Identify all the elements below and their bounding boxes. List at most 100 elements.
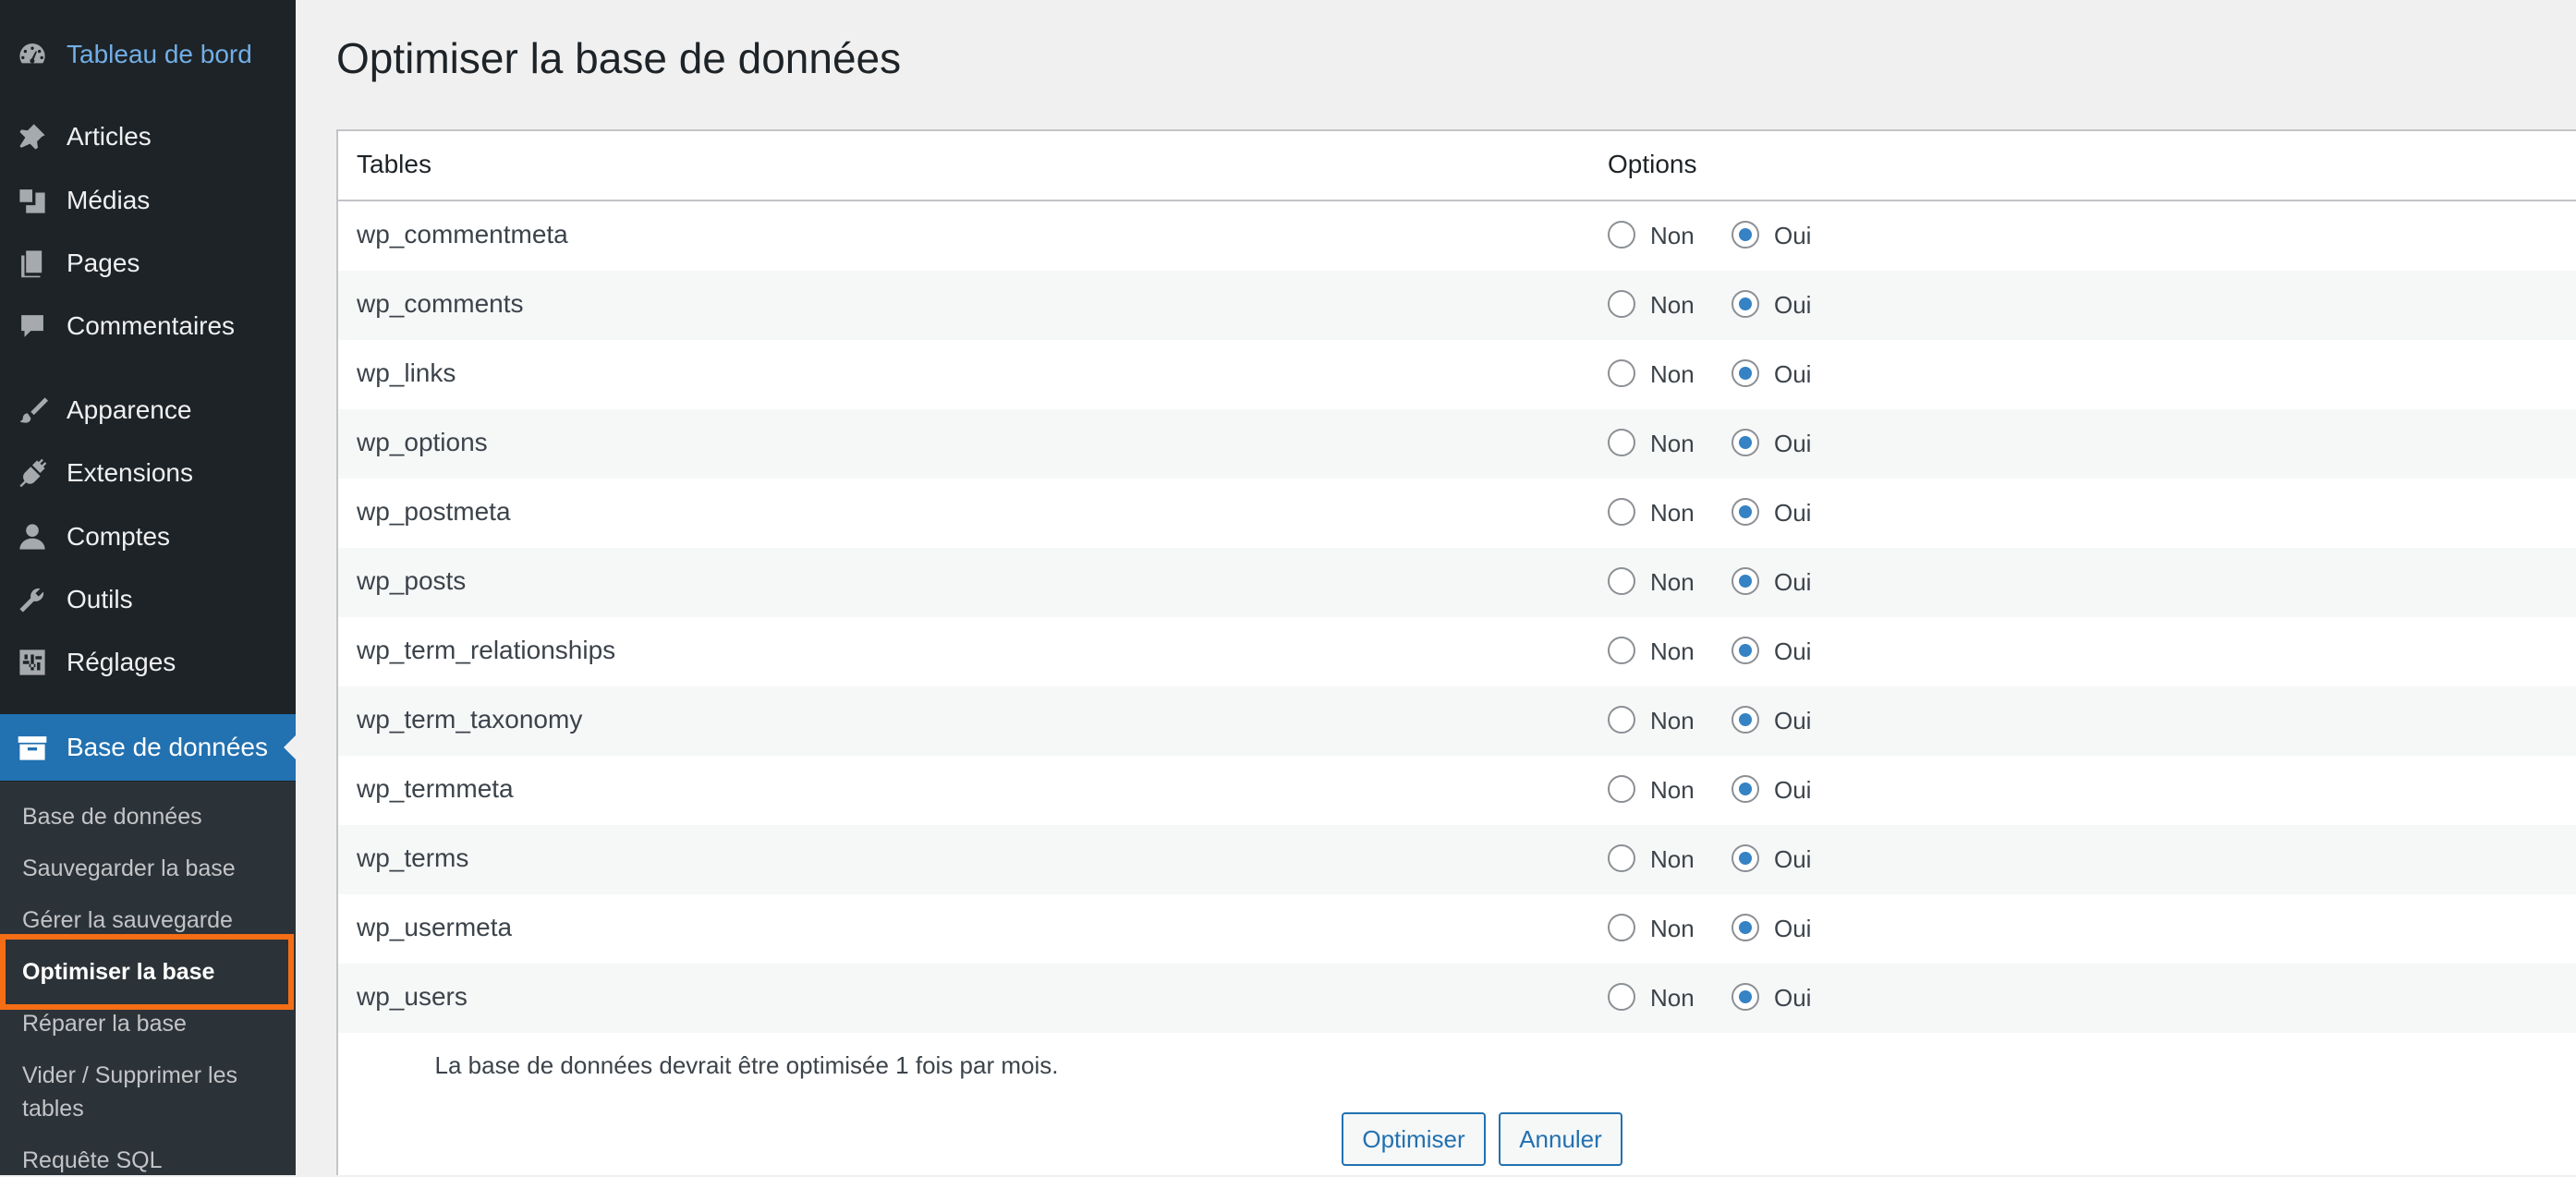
radio-label-oui: Oui [1774, 222, 1812, 249]
table-name: wp_commentmeta [357, 220, 568, 249]
radio-label-oui: Oui [1774, 637, 1812, 665]
table-name: wp_options [357, 428, 488, 456]
radio-label-oui: Oui [1774, 776, 1812, 804]
submenu-item-requete-sql[interactable]: Requête SQL [22, 1144, 281, 1177]
radio-label-oui: Oui [1774, 360, 1812, 388]
radio-non[interactable] [1608, 221, 1635, 249]
menu-label: Extensions [67, 458, 193, 487]
menu-label: Médias [67, 186, 151, 214]
menu-label: Comptes [67, 522, 171, 551]
radio-oui[interactable] [1732, 429, 1759, 456]
database-icon [15, 730, 50, 765]
menu-item-pages[interactable]: Pages [0, 235, 296, 292]
submenu-item-reparer[interactable]: Réparer la base [22, 1007, 281, 1040]
menu-label: Réglages [67, 648, 176, 676]
menu-item-reglages[interactable]: Réglages [0, 634, 296, 691]
column-header-options: Options [1608, 150, 1697, 178]
menu-label: Base de données [67, 733, 268, 761]
radio-oui[interactable] [1732, 844, 1759, 872]
pages-icon [15, 246, 50, 281]
radio-label-oui: Oui [1774, 707, 1812, 734]
column-header-tables: Tables [357, 150, 431, 178]
menu-item-base-de-donnees[interactable]: Base de données [0, 714, 296, 781]
radio-non[interactable] [1608, 775, 1635, 803]
radio-non[interactable] [1608, 706, 1635, 734]
radio-label-non: Non [1650, 222, 1695, 249]
submenu-item-gerer-sauvegarde[interactable]: Gérer la sauvegarde [22, 904, 281, 937]
radio-non[interactable] [1608, 567, 1635, 595]
table-name: wp_term_taxonomy [357, 705, 583, 734]
radio-label-non: Non [1650, 915, 1695, 942]
table-row: wp_usermeta Non Oui [338, 894, 2576, 964]
radio-non[interactable] [1608, 429, 1635, 456]
menu-item-commentaires[interactable]: Commentaires [0, 297, 296, 355]
table-row: wp_options Non Oui [338, 409, 2576, 479]
radio-non[interactable] [1608, 359, 1635, 387]
wrench-icon [15, 582, 50, 617]
menu-item-dashboard[interactable]: Tableau de bord [0, 26, 296, 83]
radio-oui[interactable] [1732, 637, 1759, 664]
table-row: wp_termmeta Non Oui [338, 756, 2576, 825]
radio-label-non: Non [1650, 360, 1695, 388]
radio-oui[interactable] [1732, 567, 1759, 595]
menu-label: Pages [67, 249, 140, 277]
table-row: wp_links Non Oui [338, 340, 2576, 409]
comment-icon [15, 309, 50, 344]
media-icon [15, 183, 50, 218]
radio-non[interactable] [1608, 498, 1635, 526]
radio-label-non: Non [1650, 430, 1695, 457]
table-name: wp_termmeta [357, 774, 514, 803]
radio-oui[interactable] [1732, 775, 1759, 803]
menu-item-outils[interactable]: Outils [0, 571, 296, 628]
table-name: wp_users [357, 982, 468, 1011]
table-name: wp_terms [357, 843, 469, 872]
menu-label: Tableau de bord [67, 40, 252, 68]
radio-non[interactable] [1608, 914, 1635, 941]
user-icon [15, 519, 50, 554]
plugin-icon [15, 455, 50, 491]
menu-item-comptes[interactable]: Comptes [0, 508, 296, 565]
table-row: wp_commentmeta Non Oui [338, 201, 2576, 271]
radio-label-non: Non [1650, 707, 1695, 734]
radio-label-oui: Oui [1774, 568, 1812, 596]
radio-label-non: Non [1650, 291, 1695, 319]
radio-oui[interactable] [1732, 914, 1759, 941]
radio-oui[interactable] [1732, 498, 1759, 526]
radio-oui[interactable] [1732, 983, 1759, 1011]
menu-label: Outils [67, 585, 133, 613]
current-menu-arrow [284, 735, 296, 759]
cancel-button[interactable]: Annuler [1499, 1112, 1622, 1166]
submenu-item-base-de-donnees[interactable]: Base de données [22, 800, 281, 833]
table-row: wp_users Non Oui [338, 964, 2576, 1033]
radio-label-oui: Oui [1774, 430, 1812, 457]
radio-non[interactable] [1608, 983, 1635, 1011]
radio-label-oui: Oui [1774, 915, 1812, 942]
settings-icon [15, 645, 50, 680]
table-name: wp_postmeta [357, 497, 511, 526]
table-row: wp_posts Non Oui [338, 548, 2576, 617]
menu-item-extensions[interactable]: Extensions [0, 444, 296, 502]
table-name: wp_comments [357, 289, 524, 318]
submenu-item-sauvegarder[interactable]: Sauvegarder la base [22, 852, 281, 885]
radio-non[interactable] [1608, 290, 1635, 318]
menu-item-apparence[interactable]: Apparence [0, 382, 296, 439]
radio-oui[interactable] [1732, 706, 1759, 734]
table-row: wp_term_relationships Non Oui [338, 617, 2576, 686]
brush-icon [15, 393, 50, 428]
radio-label-non: Non [1650, 984, 1695, 1012]
dashboard-icon [15, 37, 50, 72]
menu-item-medias[interactable]: Médias [0, 172, 296, 229]
optimize-button[interactable]: Optimiser [1342, 1112, 1486, 1166]
table-name: wp_term_relationships [357, 636, 616, 664]
menu-item-articles[interactable]: Articles [0, 108, 296, 165]
optimize-note: La base de données devrait être optimisé… [434, 1051, 1059, 1079]
menu-label: Apparence [67, 395, 192, 424]
pin-icon [15, 119, 50, 154]
radio-oui[interactable] [1732, 290, 1759, 318]
radio-non[interactable] [1608, 844, 1635, 872]
radio-oui[interactable] [1732, 221, 1759, 249]
radio-label-non: Non [1650, 845, 1695, 873]
radio-oui[interactable] [1732, 359, 1759, 387]
radio-non[interactable] [1608, 637, 1635, 664]
radio-label-oui: Oui [1774, 984, 1812, 1012]
